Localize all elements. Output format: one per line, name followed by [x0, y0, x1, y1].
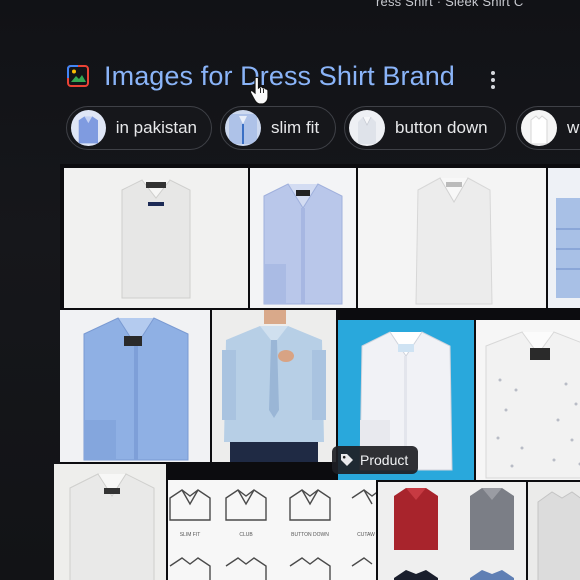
more-vert-icon[interactable] — [482, 68, 504, 92]
image-result-collar-styles-chart[interactable]: SLIM FIT CLUB BUTTON DOWN CUTAW — [168, 480, 376, 580]
filter-chips: in pakistan slim fit button down w — [64, 106, 580, 152]
image-result-light-blue-shirt[interactable] — [250, 168, 356, 308]
image-result-white-shirt-folded[interactable] — [54, 464, 166, 580]
chip-thumbnail — [521, 110, 557, 146]
image-result-grey-shirt[interactable] — [528, 482, 580, 580]
image-result-patterned-white-shirt[interactable] — [476, 320, 580, 480]
product-badge: Product — [332, 446, 419, 474]
chip-thumbnail — [225, 110, 261, 146]
chip-label: in pakistan — [115, 118, 197, 137]
images-icon — [67, 65, 89, 87]
chip-slim-fit[interactable]: slim fit — [220, 106, 336, 150]
image-result-model-light-blue-shirt[interactable] — [212, 310, 336, 462]
image-result-white-shirt[interactable] — [358, 168, 546, 308]
chip-w[interactable]: w — [516, 106, 580, 150]
caption-right: Sleek Shirt C — [445, 0, 524, 9]
screen: ress Shirt · Sleek Shirt C Images for Dr… — [0, 0, 580, 580]
collar-label: SLIM FIT — [180, 532, 201, 538]
caption-separator: · — [436, 0, 442, 9]
chip-label: slim fit — [271, 118, 320, 137]
caption-left: ress Shirt — [376, 0, 433, 9]
hand-cursor-icon — [249, 76, 269, 105]
previous-results-caption: ress Shirt · Sleek Shirt C — [376, 0, 524, 9]
chip-button-down[interactable]: button down — [344, 106, 506, 150]
chip-thumbnail — [349, 110, 385, 146]
image-result-blue-oxford-shirt[interactable] — [60, 310, 210, 462]
images-section-header: Images for Dress Shirt Brand — [66, 58, 536, 94]
chip-thumbnail — [71, 110, 106, 146]
collar-label: CUTAW — [357, 532, 375, 538]
chip-in-pakistan[interactable]: in pakistan — [66, 106, 212, 150]
image-results-grid: SLIM FIT CLUB BUTTON DOWN CUTAW — [54, 164, 580, 580]
section-title[interactable]: Images for Dress Shirt Brand — [104, 61, 455, 92]
chip-label: w — [567, 118, 580, 137]
image-result-white-shirt-packaged[interactable] — [64, 168, 248, 308]
image-result-colored-shirts[interactable] — [378, 482, 526, 580]
image-result-blue-check-shirt[interactable] — [548, 168, 580, 308]
collar-label: CLUB — [239, 532, 253, 538]
product-badge-label: Product — [360, 452, 409, 468]
collar-label: BUTTON DOWN — [291, 532, 329, 538]
tag-icon — [341, 454, 353, 466]
chip-label: button down — [395, 118, 488, 137]
